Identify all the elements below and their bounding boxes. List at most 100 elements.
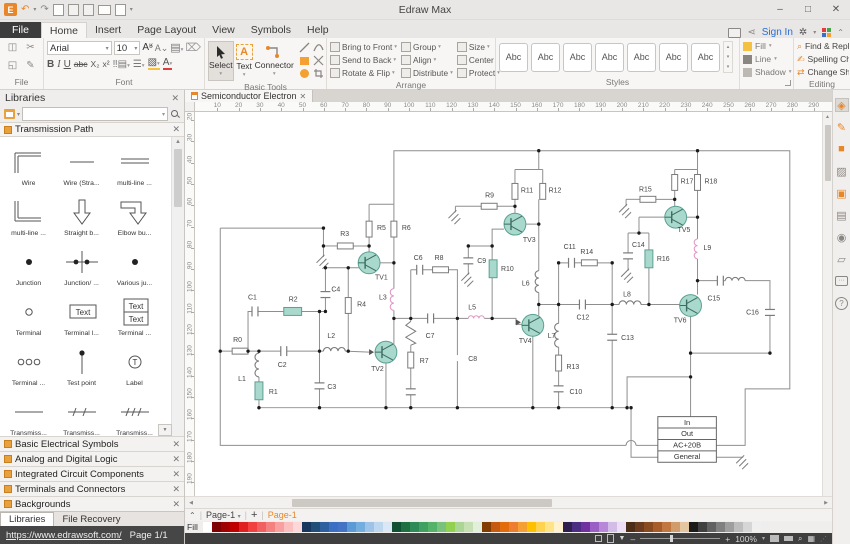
palette-swatch[interactable] bbox=[482, 522, 491, 532]
capacitor[interactable] bbox=[554, 386, 564, 392]
palette-swatch[interactable] bbox=[356, 522, 365, 532]
palette-swatch[interactable] bbox=[230, 522, 239, 532]
portrait-view-icon[interactable] bbox=[595, 535, 602, 542]
section-close-icon[interactable]: ✕ bbox=[172, 499, 180, 510]
library-section-integrated-circuit-components[interactable]: Integrated Circuit Components✕ bbox=[0, 466, 184, 481]
minimize-button[interactable]: – bbox=[766, 0, 794, 19]
highlight-color-icon[interactable]: ▧▾ bbox=[148, 58, 160, 70]
palette-swatch[interactable] bbox=[365, 522, 374, 532]
style-preset-4[interactable]: Abc bbox=[595, 43, 624, 72]
format-brush-icon[interactable]: ✎ bbox=[23, 60, 39, 71]
transistor[interactable] bbox=[358, 252, 380, 274]
palette-swatch[interactable] bbox=[338, 522, 347, 532]
section-close-icon[interactable]: ✕ bbox=[172, 454, 180, 465]
library-item[interactable]: TextTextTerminal ... bbox=[108, 291, 161, 341]
copy-icon[interactable]: ◱ bbox=[5, 60, 21, 71]
library-search-input[interactable]: ▾ bbox=[22, 107, 168, 121]
palette-swatch[interactable] bbox=[734, 522, 743, 532]
resistor[interactable] bbox=[672, 175, 678, 191]
settings-gear-icon[interactable]: ✲ bbox=[799, 27, 807, 38]
inductor[interactable] bbox=[390, 289, 394, 311]
circuit-wire[interactable] bbox=[691, 316, 770, 353]
vertical-scrollbar[interactable]: ▲ bbox=[822, 112, 832, 496]
palette-swatch[interactable] bbox=[383, 522, 392, 532]
library-item[interactable]: Elbow bu... bbox=[108, 191, 161, 241]
inductor[interactable] bbox=[323, 347, 345, 351]
library-scroll-down-icon[interactable]: ▼ bbox=[158, 424, 172, 436]
print-icon[interactable] bbox=[98, 5, 111, 15]
palette-swatch[interactable] bbox=[491, 522, 500, 532]
filter-icon[interactable]: ▼ bbox=[619, 535, 626, 542]
palette-swatch[interactable] bbox=[671, 522, 680, 532]
freeform-tool-icon[interactable] bbox=[312, 54, 326, 67]
layers-icon[interactable]: ▣ bbox=[835, 186, 849, 200]
line-tool-icon[interactable] bbox=[298, 41, 312, 54]
palette-swatch[interactable] bbox=[239, 522, 248, 532]
library-item[interactable]: Junction bbox=[2, 241, 55, 291]
capacitor[interactable] bbox=[607, 334, 617, 340]
library-item[interactable]: TextTerminal l... bbox=[55, 291, 108, 341]
circuit-wire[interactable] bbox=[597, 263, 612, 305]
resistor[interactable] bbox=[640, 196, 656, 202]
circuit-wire[interactable] bbox=[220, 228, 626, 445]
palette-swatch[interactable] bbox=[554, 522, 563, 532]
palette-swatch[interactable] bbox=[536, 522, 545, 532]
format-painter-icon[interactable] bbox=[115, 4, 126, 16]
circuit-wire[interactable] bbox=[559, 263, 569, 305]
resistor[interactable] bbox=[366, 221, 372, 237]
help-icon[interactable]: ? bbox=[835, 296, 849, 310]
tab-view[interactable]: View bbox=[204, 22, 243, 38]
styles-scroll[interactable]: ▴▾▾ bbox=[723, 41, 733, 73]
spelling-check-button[interactable]: ✍Spelling Check bbox=[797, 54, 849, 65]
library-item[interactable]: multi-line ... bbox=[2, 191, 55, 241]
page-tab-active[interactable]: Page-1 bbox=[268, 510, 297, 520]
add-page-button[interactable]: + bbox=[251, 509, 257, 521]
shadow-menu[interactable]: Shadow▾ bbox=[743, 67, 791, 78]
zoom-slider-thumb[interactable] bbox=[670, 535, 673, 542]
palette-swatch[interactable] bbox=[455, 522, 464, 532]
palette-swatch[interactable] bbox=[698, 522, 707, 532]
palette-swatch[interactable] bbox=[707, 522, 716, 532]
horizontal-scrollbar-thumb[interactable] bbox=[292, 499, 552, 507]
page-dropdown[interactable]: Page-1 ▾ bbox=[206, 510, 241, 520]
capture-icon[interactable] bbox=[728, 28, 741, 38]
circuit-wire[interactable] bbox=[745, 281, 770, 310]
palette-swatch[interactable] bbox=[653, 522, 662, 532]
arrange-protect[interactable]: Protect▾ bbox=[457, 67, 500, 79]
palette-swatch[interactable] bbox=[266, 522, 275, 532]
hyperlink-icon[interactable]: ◉ bbox=[835, 230, 849, 244]
palette-swatch[interactable] bbox=[401, 522, 410, 532]
library-item[interactable]: Terminal bbox=[2, 291, 55, 341]
capacitor[interactable] bbox=[765, 309, 775, 315]
library-section-backgrounds[interactable]: Backgrounds✕ bbox=[0, 496, 184, 511]
palette-swatch[interactable] bbox=[347, 522, 356, 532]
palette-swatch[interactable] bbox=[203, 522, 212, 532]
close-button[interactable]: ✕ bbox=[822, 0, 850, 19]
ground-symbol[interactable] bbox=[619, 204, 631, 218]
inductor[interactable] bbox=[535, 271, 539, 293]
library-item[interactable]: Wire (Stra... bbox=[55, 141, 108, 191]
circuit-wire[interactable] bbox=[492, 229, 504, 246]
palette-swatch[interactable] bbox=[293, 522, 302, 532]
paste-icon[interactable]: ◫ bbox=[5, 42, 21, 53]
arrange-send-to-back[interactable]: Send to Back▾ bbox=[330, 54, 397, 66]
new-document-icon[interactable] bbox=[53, 4, 64, 16]
drawing-canvas[interactable]: InOutAC+20BGeneralR0L1R1C1R2C2C3L2R3C4R4… bbox=[195, 112, 822, 496]
library-item[interactable]: Various ju... bbox=[108, 241, 161, 291]
library-section-title[interactable]: Transmission Path bbox=[15, 124, 93, 135]
palette-swatch[interactable] bbox=[275, 522, 284, 532]
tab-home[interactable]: Home bbox=[41, 22, 87, 38]
ground-symbol[interactable] bbox=[461, 273, 473, 287]
inductor[interactable] bbox=[725, 277, 745, 280]
collapse-ribbon-icon[interactable]: ⌃ bbox=[837, 28, 844, 37]
resistor[interactable] bbox=[408, 352, 414, 368]
bold-button[interactable]: B bbox=[47, 59, 54, 70]
tab-file[interactable]: File bbox=[0, 22, 41, 38]
arrange-rotate-flip[interactable]: Rotate & Flip▾ bbox=[330, 67, 397, 79]
horizontal-scrollbar[interactable]: ◀ ▶ bbox=[185, 496, 832, 508]
zoom-slider[interactable] bbox=[640, 538, 720, 539]
connector-tool-button[interactable]: Connector▾ bbox=[255, 41, 294, 81]
open-icon[interactable] bbox=[68, 4, 79, 16]
library-item[interactable]: Wire bbox=[2, 141, 55, 191]
format-paint-icon[interactable]: ◈ bbox=[835, 98, 849, 112]
